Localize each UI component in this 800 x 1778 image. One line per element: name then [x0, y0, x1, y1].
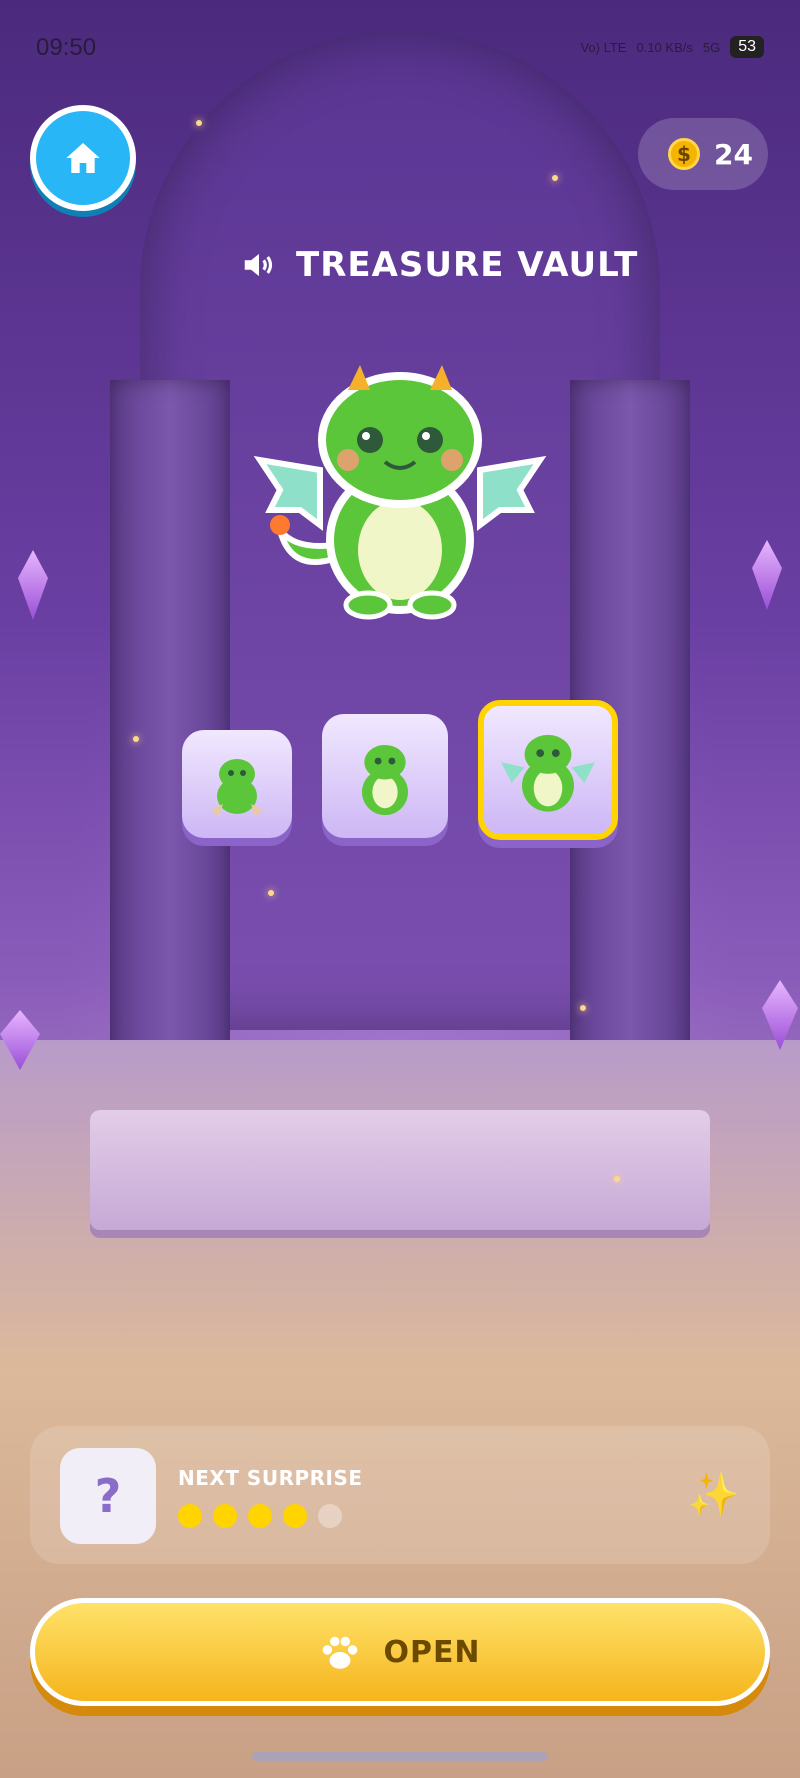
progress-dot-empty — [318, 1504, 342, 1528]
home-indicator-bar[interactable] — [252, 1752, 548, 1761]
battery-indicator: 53 — [730, 36, 764, 58]
speed-indicator: 0.10 KB/s — [636, 39, 693, 55]
network-indicator: Vo) LTE — [580, 39, 627, 55]
sparkle — [614, 1176, 620, 1182]
winged-dragon-icon — [501, 734, 595, 812]
crystal-right — [752, 540, 782, 610]
crystal-left — [18, 550, 48, 620]
home-button[interactable] — [30, 105, 136, 211]
speaker-icon[interactable] — [240, 246, 278, 284]
sparkle — [580, 1005, 586, 1011]
status-bar: 09:50 Vo) LTE 0.10 KB/s 5G 53 — [0, 30, 800, 70]
sparkles-icon: ✨ — [687, 1470, 740, 1519]
status-time: 09:50 — [36, 34, 97, 61]
open-button-label: OPEN — [383, 1634, 481, 1670]
coin-balance: $ 24 — [638, 118, 768, 190]
paw-icon — [323, 1636, 358, 1669]
dragon-thumb-hatchling[interactable] — [182, 730, 292, 838]
open-button[interactable]: OPEN — [30, 1598, 770, 1706]
hatchling-dragon-icon — [211, 759, 263, 816]
dragon-thumb-sitting[interactable] — [322, 714, 448, 838]
sitting-dragon-icon — [362, 744, 408, 816]
home-icon — [66, 143, 100, 173]
progress-dot-filled — [248, 1504, 272, 1528]
signal-indicator: 5G — [702, 39, 721, 55]
stone-platform — [90, 1110, 710, 1230]
mystery-box: ? — [60, 1448, 156, 1544]
status-icons: Vo) LTE 0.10 KB/s 5G 53 — [580, 36, 764, 58]
dollar-coin-icon: $ — [668, 138, 700, 170]
progress-dot-filled — [213, 1504, 237, 1528]
sparkle — [268, 890, 274, 896]
dragon-character[interactable] — [250, 360, 550, 620]
sparkle — [552, 175, 558, 181]
surprise-progress — [178, 1504, 342, 1528]
sparkle — [196, 120, 202, 126]
sparkle — [133, 736, 139, 742]
next-surprise-label: NEXT SURPRISE — [178, 1466, 363, 1490]
next-surprise-card: ? NEXT SURPRISE ✨ — [30, 1426, 770, 1564]
progress-dot-filled — [178, 1504, 202, 1528]
dragon-thumb-winged[interactable] — [478, 700, 618, 840]
progress-dot-filled — [283, 1504, 307, 1528]
coin-count: 24 — [714, 137, 753, 171]
title-row: TREASURE VAULT — [240, 245, 638, 285]
page-title: TREASURE VAULT — [296, 245, 639, 285]
